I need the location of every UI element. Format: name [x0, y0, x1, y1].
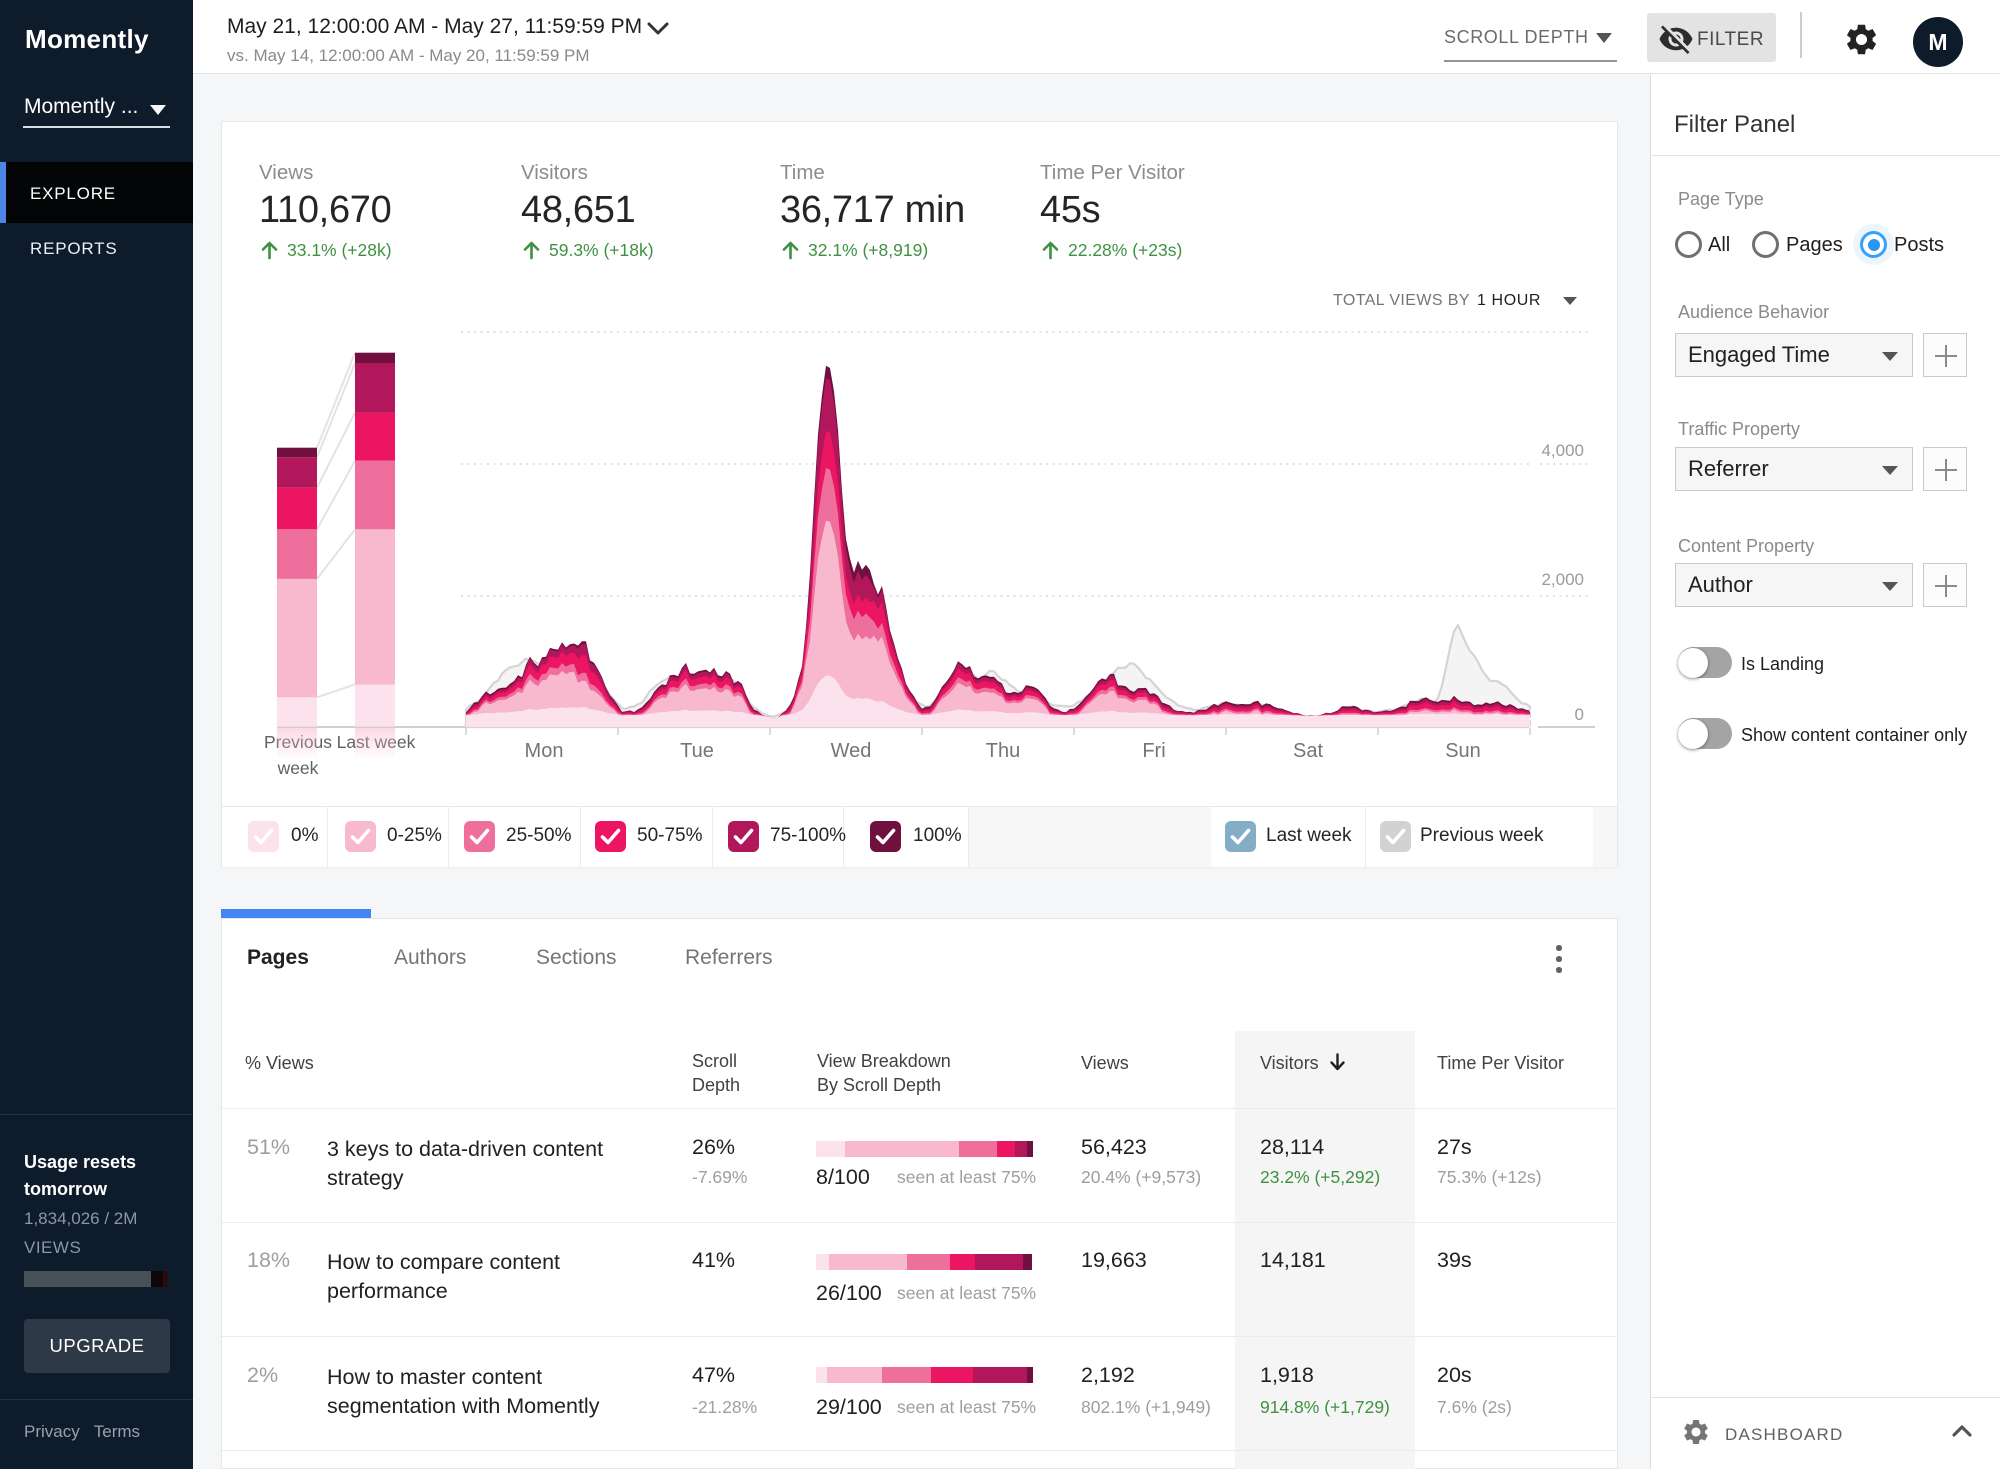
- svg-text:Sun: Sun: [1445, 740, 1481, 762]
- svg-text:4,000: 4,000: [1541, 441, 1584, 460]
- svg-text:2,000: 2,000: [1541, 570, 1584, 589]
- svg-text:0: 0: [1575, 705, 1584, 724]
- svg-text:Wed: Wed: [831, 740, 872, 762]
- svg-text:Mon: Mon: [525, 740, 564, 762]
- svg-text:week: week: [277, 758, 319, 778]
- svg-text:Sat: Sat: [1293, 740, 1323, 762]
- svg-text:Fri: Fri: [1142, 740, 1165, 762]
- svg-text:Thu: Thu: [986, 740, 1020, 762]
- svg-text:Tue: Tue: [680, 740, 714, 762]
